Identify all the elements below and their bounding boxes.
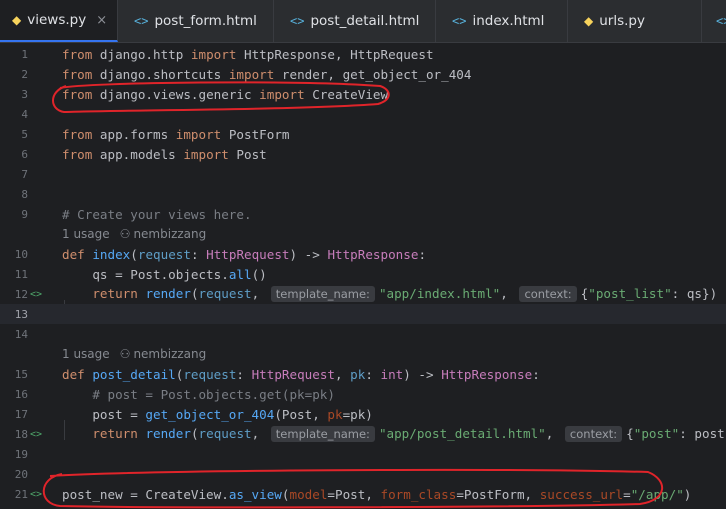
usage-author[interactable]: nembizzang (133, 227, 206, 241)
line-number: 21 (14, 487, 28, 501)
line-number: 6 (21, 147, 28, 161)
code-text: return render(request, template_name: "ap… (92, 426, 726, 442)
user-icon: ⚇ (119, 347, 131, 361)
usage-hint: 1 usage ⚇ nembizzang (0, 224, 726, 244)
code-line: 3 from django.views.generic import Creat… (0, 84, 726, 104)
tab-post-form-html[interactable]: <> post_form.html (118, 0, 274, 42)
code-text: from django.views.generic import CreateV… (62, 86, 389, 102)
code-line: 9 # Create your views here. (0, 204, 726, 224)
code-line: 16 # post = Post.objects.get(pk=pk) (0, 384, 726, 404)
code-text: post = get_object_or_404(Post, pk=pk) (62, 406, 373, 422)
code-text: post_new = CreateView.as_view(model=Post… (62, 486, 692, 502)
code-editor[interactable]: 1 from django.http import HttpResponse, … (0, 42, 726, 509)
usage-author[interactable]: nembizzang (133, 347, 206, 361)
code-line: 19 (0, 444, 726, 464)
code-line: 1 from django.http import HttpResponse, … (0, 44, 726, 64)
tab-ba[interactable]: <> ba (702, 0, 726, 42)
code-line: 12 <> return render(request, template_na… (0, 284, 726, 304)
code-line: 15 def post_detail(request: HttpRequest,… (0, 364, 726, 384)
param-hint: context: (564, 426, 623, 442)
line-number: 14 (14, 327, 28, 341)
editor-tab-bar: ◆ views.py × <> post_form.html <> post_d… (0, 0, 726, 43)
code-text: from app.forms import PostForm (62, 126, 290, 142)
code-line: 18 <> return render(request, template_na… (0, 424, 726, 444)
code-line: 5 from app.forms import PostForm (0, 124, 726, 144)
param-hint: template_name: (270, 286, 375, 302)
template-link-icon[interactable]: <> (28, 289, 62, 300)
python-icon: ◆ (12, 13, 22, 27)
code-text: def post_detail(request: HttpRequest, pk… (62, 366, 540, 382)
tab-label: post_detail.html (310, 13, 420, 29)
line-number: 7 (21, 167, 28, 181)
python-icon: ◆ (584, 14, 594, 28)
code-line: 20 (0, 464, 726, 484)
code-line: 11 qs = Post.objects.all() (0, 264, 726, 284)
user-icon: ⚇ (119, 227, 131, 241)
line-number: 10 (14, 247, 28, 261)
code-comment: # Create your views here. (62, 206, 252, 222)
code-line: 10 def index(request: HttpRequest) -> Ht… (0, 244, 726, 264)
code-line: 8 (0, 184, 726, 204)
line-number: 2 (21, 67, 28, 81)
code-text: from django.http import HttpResponse, Ht… (62, 46, 434, 62)
line-number: 12 (14, 287, 28, 301)
html-icon: <> (134, 14, 149, 28)
code-line-current: 13 (0, 304, 726, 324)
line-number: 3 (21, 87, 28, 101)
tab-post-detail-html[interactable]: <> post_detail.html (274, 0, 436, 42)
line-number: 20 (14, 467, 28, 481)
code-line: 6 from app.models import Post (0, 144, 726, 164)
code-text: return render(request, template_name: "ap… (92, 286, 718, 302)
line-number: 16 (14, 387, 28, 401)
code-line: 7 (0, 164, 726, 184)
code-comment: # post = Post.objects.get(pk=pk) (62, 386, 335, 402)
param-hint: template_name: (270, 426, 375, 442)
line-number: 18 (14, 427, 28, 441)
code-text: from django.shortcuts import render, get… (62, 66, 472, 82)
line-number: 17 (14, 407, 28, 421)
line-number: 9 (21, 207, 28, 221)
usage-count[interactable]: 1 usage (62, 227, 110, 241)
line-number: 19 (14, 447, 28, 461)
tab-label: post_form.html (154, 13, 257, 29)
close-icon[interactable]: × (96, 13, 107, 28)
code-text: def index(request: HttpRequest) -> HttpR… (62, 246, 427, 262)
tab-index-html[interactable]: <> index.html (436, 0, 568, 42)
tab-label: index.html (472, 13, 545, 29)
code-line: 21 <> post_new = CreateView.as_view(mode… (0, 484, 726, 504)
line-number: 15 (14, 367, 28, 381)
tab-label: urls.py (599, 13, 645, 29)
usage-count[interactable]: 1 usage (62, 347, 110, 361)
line-number: 5 (21, 127, 28, 141)
line-number: 8 (21, 187, 28, 201)
tab-label: views.py (27, 12, 87, 28)
tab-views-py[interactable]: ◆ views.py × (0, 0, 118, 42)
param-hint: context: (519, 286, 577, 302)
line-number: 13 (14, 307, 28, 321)
line-number: 4 (21, 107, 28, 121)
line-number: 11 (14, 267, 28, 281)
template-link-icon[interactable]: <> (28, 429, 62, 440)
html-icon: <> (716, 14, 726, 28)
code-text: from app.models import Post (62, 146, 267, 162)
html-icon: <> (290, 14, 305, 28)
code-line: 14 (0, 324, 726, 344)
template-link-icon[interactable]: <> (28, 489, 62, 500)
line-number: 1 (21, 47, 28, 61)
tab-urls-py[interactable]: ◆ urls.py (568, 0, 702, 42)
code-line: 2 from django.shortcuts import render, g… (0, 64, 726, 84)
code-line: 17 post = get_object_or_404(Post, pk=pk) (0, 404, 726, 424)
html-icon: <> (452, 14, 467, 28)
usage-hint: 1 usage ⚇ nembizzang (0, 344, 726, 364)
code-line: 4 (0, 104, 726, 124)
code-text: qs = Post.objects.all() (62, 266, 267, 282)
